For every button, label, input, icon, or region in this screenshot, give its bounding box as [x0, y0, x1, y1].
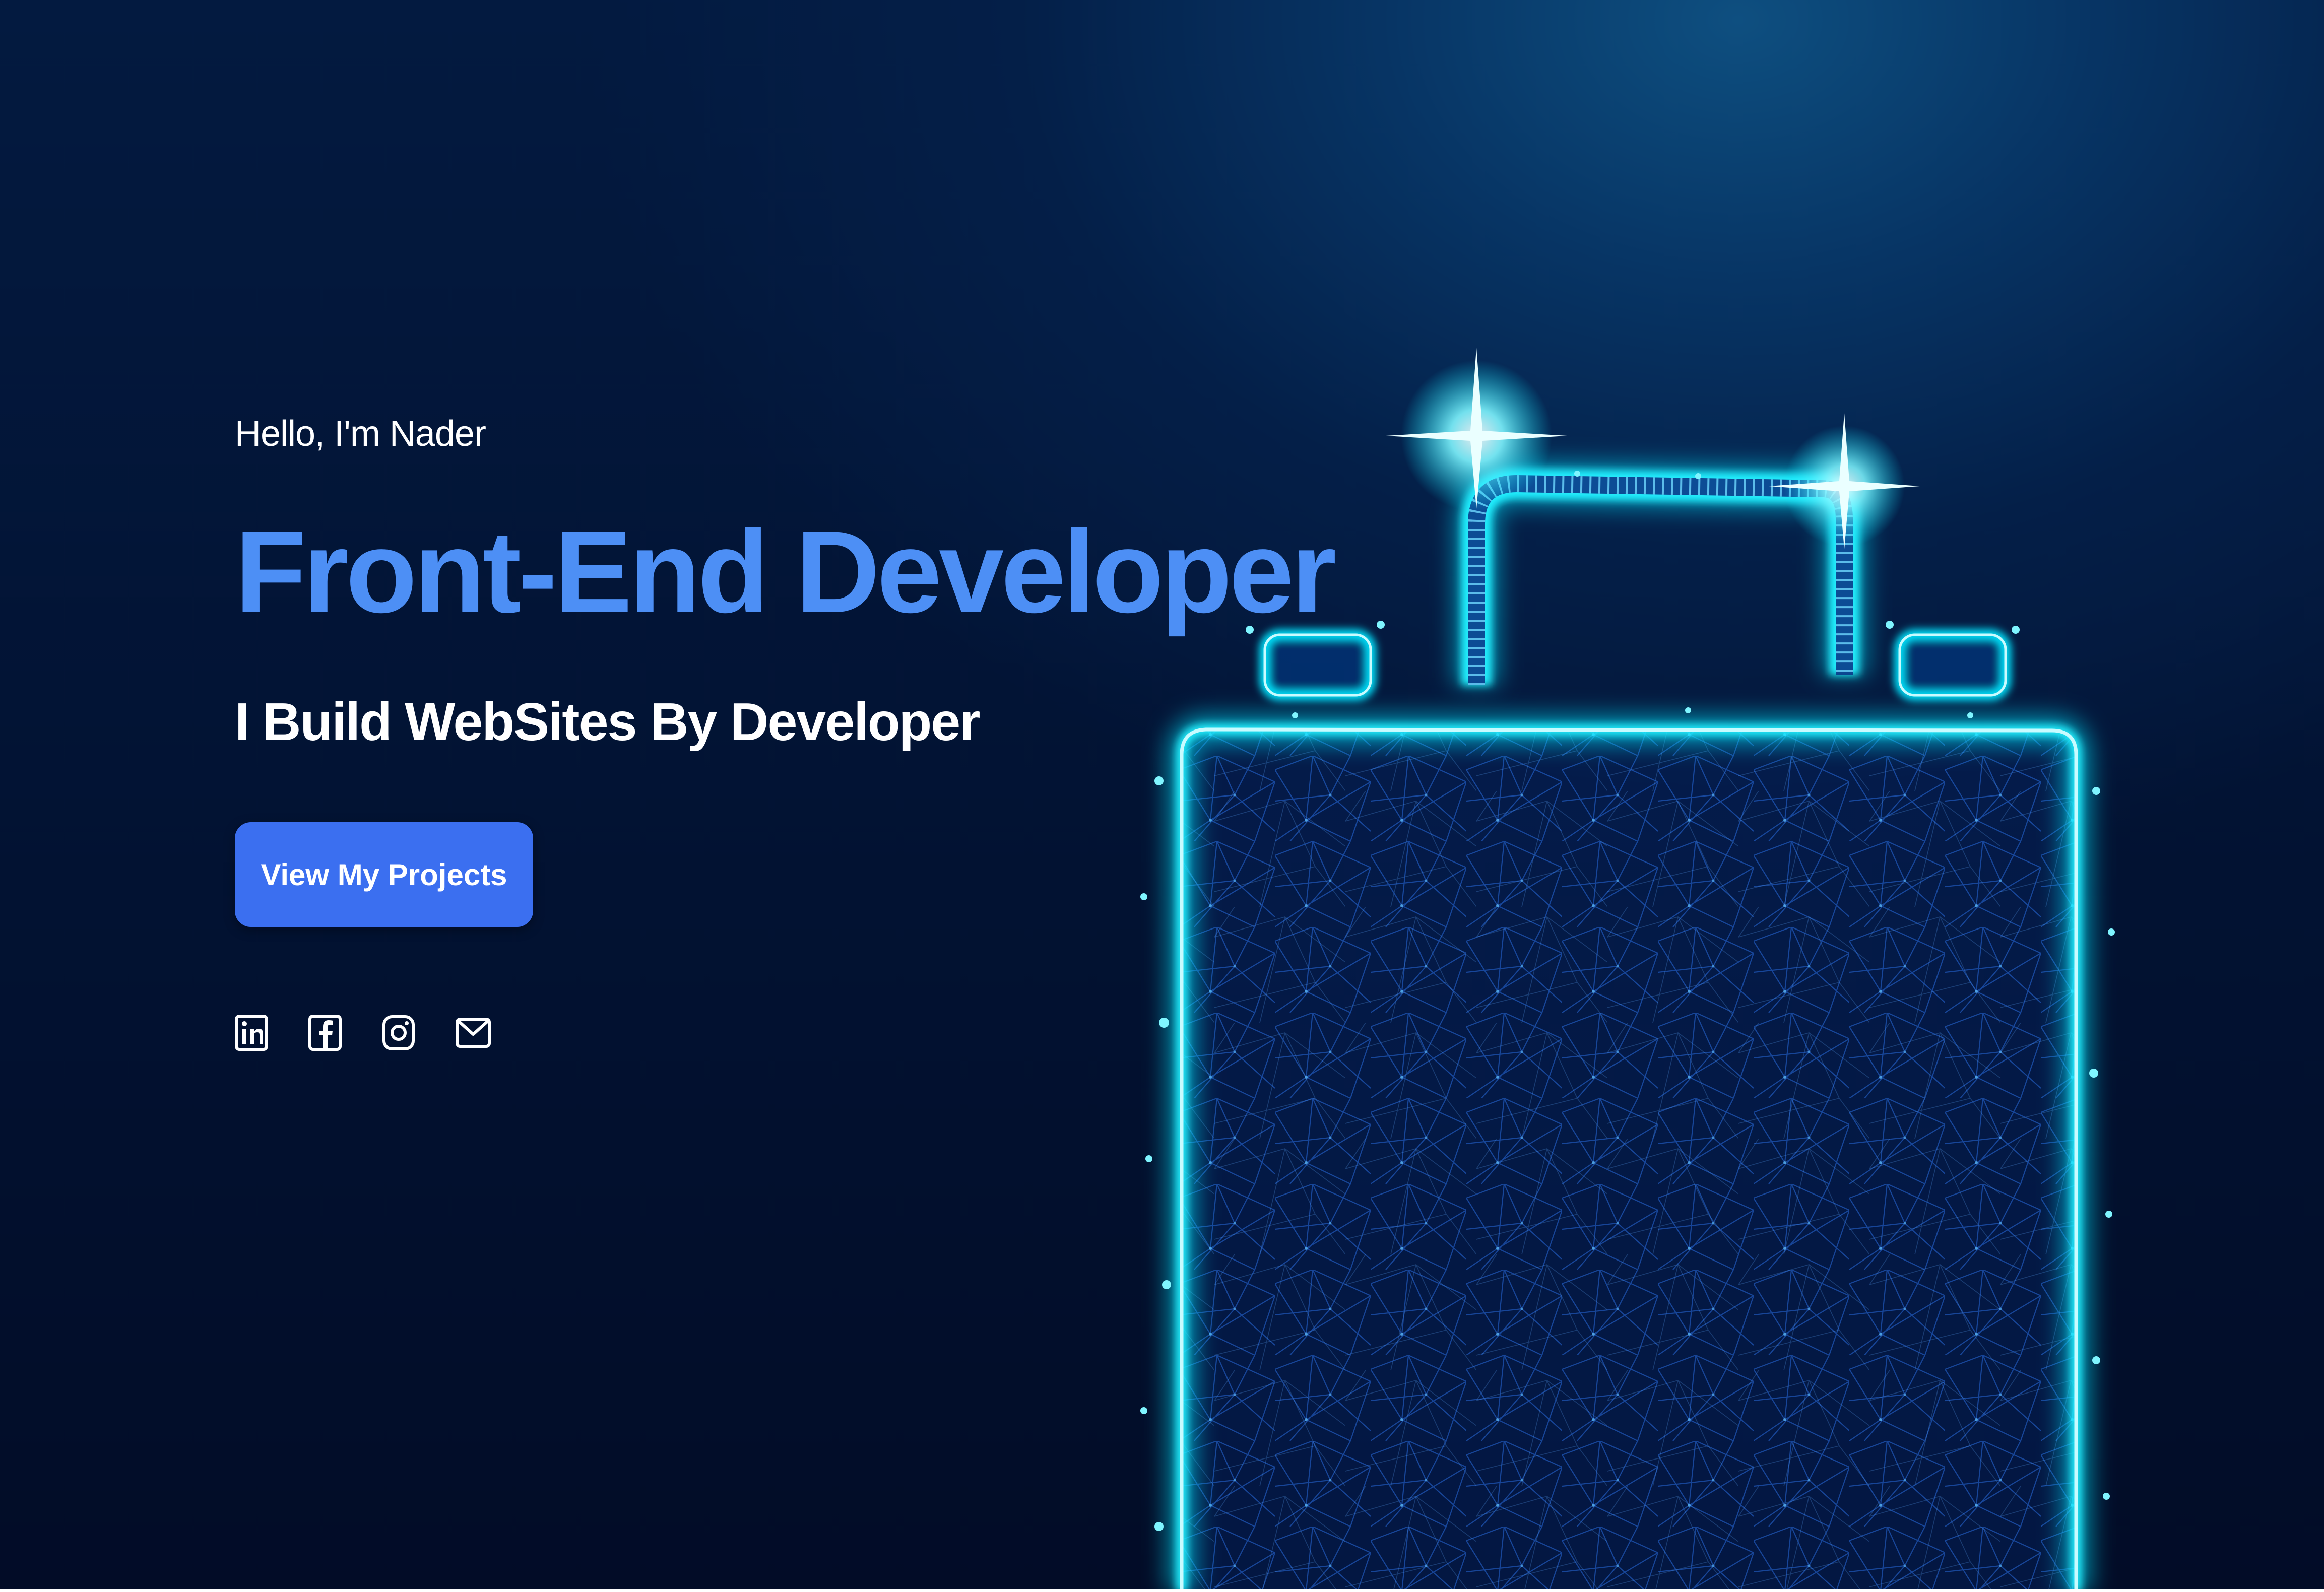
bottom-edge [0, 1589, 2324, 1592]
linkedin-icon [235, 1015, 268, 1051]
instagram-icon [382, 1015, 415, 1050]
instagram-link[interactable] [382, 1010, 415, 1055]
facebook-link[interactable] [308, 1010, 342, 1055]
email-link[interactable] [456, 1010, 491, 1055]
facebook-icon [308, 1015, 342, 1051]
linkedin-link[interactable] [235, 1010, 268, 1055]
view-projects-button[interactable]: View My Projects [235, 822, 533, 927]
hero-section: Hello, I'm Nader Front-End Developer I B… [235, 0, 1336, 1592]
email-icon [456, 1018, 491, 1048]
hero-tagline: I Build WebSites By Developer [235, 692, 980, 752]
hero-title: Front-End Developer [235, 507, 1336, 637]
greeting-text: Hello, I'm Nader [235, 414, 486, 454]
social-links [235, 1010, 491, 1055]
